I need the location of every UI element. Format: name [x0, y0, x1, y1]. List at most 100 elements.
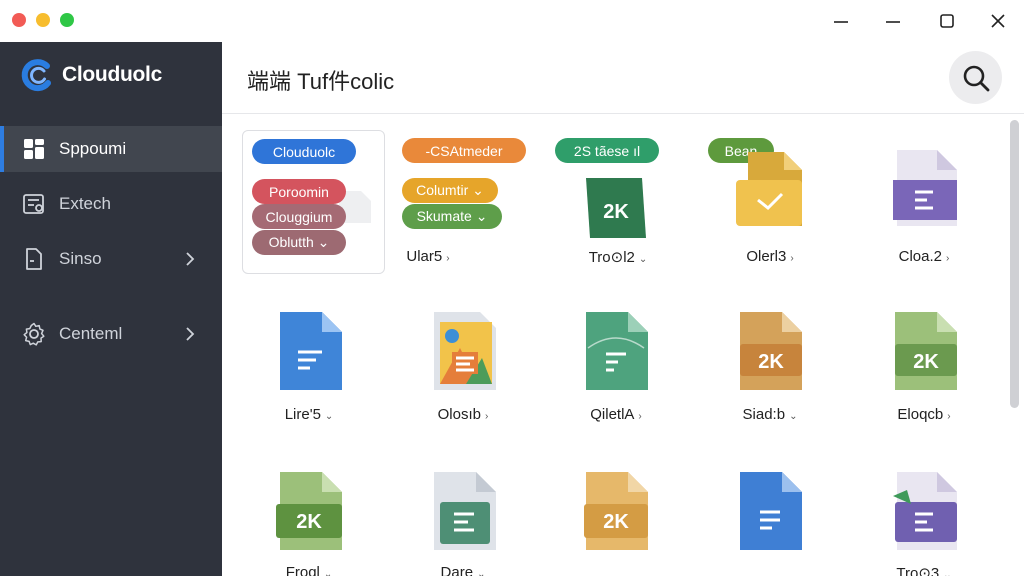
file-label[interactable]: Lire'5 ⌄	[249, 406, 369, 423]
file-label[interactable]: Tro⊙3 ⌄	[864, 564, 984, 576]
svg-text:2K: 2K	[296, 511, 322, 533]
tag-pill[interactable]: Oblutth ⌄	[252, 230, 346, 255]
scrollbar-thumb[interactable]	[1010, 120, 1019, 408]
spreadsheet-file-icon: 2K	[740, 312, 802, 390]
svg-text:2K: 2K	[758, 351, 784, 373]
spreadsheet-file-icon: 2K	[895, 312, 957, 390]
svg-text:2K: 2K	[913, 351, 939, 373]
spreadsheet-file-icon: 2K	[586, 178, 646, 238]
minimize-dot-button[interactable]	[36, 13, 50, 27]
vertical-scrollbar[interactable]	[1007, 118, 1021, 576]
file-label[interactable]: Tro⊙l2 ⌄	[558, 248, 678, 266]
page-title: 端端 Tuf件colic	[247, 69, 395, 94]
minimize-icon	[834, 21, 848, 23]
chevron-down-icon: ⌄	[324, 411, 334, 422]
chevron-down-icon: ⌄	[323, 569, 333, 576]
close-icon	[991, 14, 1005, 28]
spreadsheet-file-icon: 2K	[584, 472, 648, 550]
tag-card[interactable]: Clouduolc Poroomin Clouggium Oblutth ⌄	[242, 130, 385, 274]
document-icon	[26, 248, 42, 270]
chevron-right-icon: ›	[446, 253, 450, 264]
chevron-down-icon: ⌄	[477, 569, 486, 576]
gear-icon	[23, 322, 45, 346]
close-dot-button[interactable]	[12, 13, 26, 27]
file-name: Froql	[285, 564, 320, 576]
restore-icon	[886, 21, 900, 23]
search-icon	[963, 65, 989, 91]
file-name: Dare	[440, 564, 474, 576]
sidebar-item-label: Centeml	[59, 324, 123, 343]
chevron-right-icon	[186, 327, 195, 341]
file-label[interactable]: Froql ⌄	[249, 564, 369, 576]
file-label[interactable]: Ular5 ›	[368, 248, 488, 265]
file-name: QiletlA	[590, 406, 635, 423]
document-file-icon	[586, 312, 648, 390]
file-name: Olosıb	[437, 406, 481, 423]
close-button[interactable]	[983, 8, 1013, 34]
sidebar-item-extech[interactable]: Extech	[0, 181, 222, 227]
file-name: Cloa.2	[898, 248, 942, 265]
file-label[interactable]: Olosıb ›	[403, 406, 523, 423]
file-name: Tro⊙l2	[588, 249, 635, 266]
document-file-icon	[434, 472, 496, 550]
zoom-dot-button[interactable]	[60, 13, 74, 27]
file-name: Siad:b	[742, 406, 786, 423]
tag-pill[interactable]: 2S tãese ıl	[555, 138, 659, 163]
restore-button[interactable]	[878, 8, 908, 34]
spreadsheet-file-icon: 2K	[276, 472, 342, 550]
active-indicator	[0, 126, 4, 172]
file-label[interactable]: Olerl3 ›	[710, 248, 830, 265]
search-button[interactable]	[949, 51, 1002, 104]
chevron-right-icon: ›	[946, 253, 950, 264]
document-file-icon	[740, 472, 802, 550]
maximize-icon	[940, 14, 954, 28]
image-file-icon	[434, 312, 496, 390]
chevron-right-icon: ›	[638, 411, 642, 422]
sidebar-item-sinso[interactable]: Sinso	[0, 236, 222, 282]
file-label[interactable]: Siad:b ⌄	[710, 406, 830, 423]
tag-pill[interactable]: Clouduolc	[252, 139, 356, 164]
file-name: Eloqcb	[897, 406, 944, 423]
tag-pill[interactable]: -CSAtmeder	[402, 138, 526, 163]
tag-pill[interactable]: Skumate ⌄	[402, 204, 502, 229]
svg-text:2K: 2K	[603, 511, 629, 533]
file-name: Tro⊙3	[896, 565, 940, 576]
sidebar-item-centeml[interactable]: Centeml	[0, 311, 222, 357]
settings-panel-icon	[23, 194, 44, 214]
document-file-icon	[893, 472, 957, 550]
chevron-right-icon: ›	[947, 411, 951, 422]
chevron-right-icon: ›	[790, 253, 794, 264]
tag-pill[interactable]: Clouggium	[252, 204, 346, 229]
document-file-icon	[893, 150, 957, 226]
tag-pill[interactable]: Columtir ⌄	[402, 178, 498, 203]
file-name: Olerl3	[746, 248, 787, 265]
chevron-right-icon	[186, 252, 195, 266]
chevron-down-icon: ⌄	[943, 570, 952, 576]
cloud-logo-icon	[21, 59, 51, 92]
file-label[interactable]: QiletlA ›	[556, 406, 676, 423]
sidebar-item-sppoumi[interactable]: Sppoumi	[0, 126, 222, 172]
file-name: Lire'5	[284, 406, 321, 423]
brand-name: Clouduolc	[62, 63, 162, 86]
file-label[interactable]: Eloqcb ›	[864, 406, 984, 423]
chevron-down-icon: ⌄	[638, 254, 648, 265]
minimize-button[interactable]	[826, 8, 856, 34]
chevron-right-icon: ›	[485, 411, 489, 422]
file-label[interactable]: Cloa.2 ›	[864, 248, 984, 265]
grid-icon	[24, 139, 44, 159]
document-file-icon	[280, 312, 342, 390]
sidebar-item-label: Sppoumi	[59, 139, 127, 158]
title-bar	[0, 0, 1024, 42]
folder-file-icon	[736, 152, 802, 226]
header: 端端 Tuf件colic	[222, 42, 1024, 114]
file-label[interactable]: Dare ⌄	[403, 564, 523, 576]
svg-text:2K: 2K	[603, 201, 629, 223]
main-content: 端端 Tuf件colic Clouduolc Poroomin Clouggiu…	[222, 42, 1024, 576]
file-name: Ular5	[406, 248, 443, 265]
sidebar-item-label: Sinso	[59, 249, 102, 268]
sidebar-item-label: Extech	[59, 194, 111, 213]
chevron-down-icon: ⌄	[789, 411, 798, 422]
maximize-button[interactable]	[932, 8, 962, 34]
tag-pill[interactable]: Poroomin	[252, 179, 346, 204]
brand[interactable]: Clouduolc	[20, 58, 162, 92]
